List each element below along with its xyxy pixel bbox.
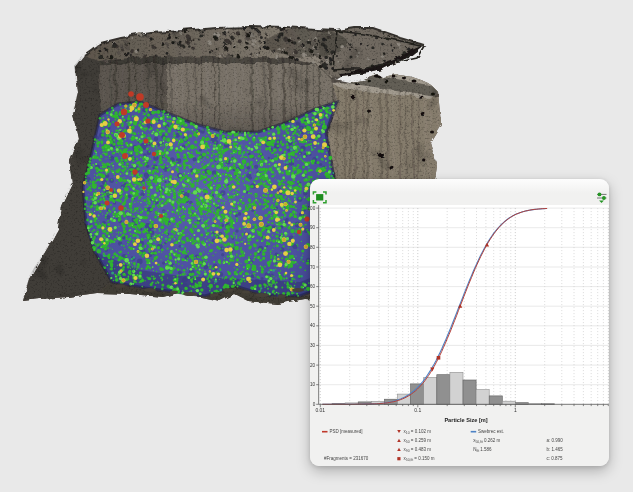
svg-text:x50,fit = 0.150 m: x50,fit = 0.150 m <box>404 456 435 462</box>
svg-text:30: 30 <box>310 343 316 348</box>
svg-text:PSD [measured]: PSD [measured] <box>330 429 363 434</box>
svg-text:1: 1 <box>514 407 517 413</box>
svg-text:Particle Size [m]: Particle Size [m] <box>444 417 487 423</box>
svg-text:10: 10 <box>310 382 316 387</box>
svg-text:a: 0.990: a: 0.990 <box>547 438 564 443</box>
svg-text:Nfit 1.586: Nfit 1.586 <box>473 447 492 453</box>
svg-text:c: 0.875: c: 0.875 <box>547 456 564 461</box>
svg-text:x50,fit 0.262 m: x50,fit 0.262 m <box>473 438 500 444</box>
svg-text:Swebrec est.: Swebrec est. <box>478 429 504 434</box>
svg-text:90: 90 <box>310 225 316 230</box>
svg-text:80: 80 <box>310 245 316 250</box>
svg-text:x10 = 0.102 m: x10 = 0.102 m <box>404 429 432 435</box>
svg-text:0.1: 0.1 <box>414 407 421 413</box>
svg-text:20: 20 <box>310 363 316 368</box>
svg-text:40: 40 <box>310 323 316 328</box>
svg-text:50: 50 <box>310 304 316 309</box>
svg-text:100: 100 <box>308 206 316 211</box>
svg-text:x90 = 0.483 m: x90 = 0.483 m <box>404 447 432 453</box>
svg-text:0.01: 0.01 <box>315 407 325 413</box>
svg-text:b: 1.465: b: 1.465 <box>547 447 564 452</box>
svg-text:#Fragments = 231670: #Fragments = 231670 <box>324 456 369 461</box>
svg-text:x50 = 0.259 m: x50 = 0.259 m <box>404 438 432 444</box>
svg-text:70: 70 <box>310 265 316 270</box>
svg-text:60: 60 <box>310 284 316 289</box>
